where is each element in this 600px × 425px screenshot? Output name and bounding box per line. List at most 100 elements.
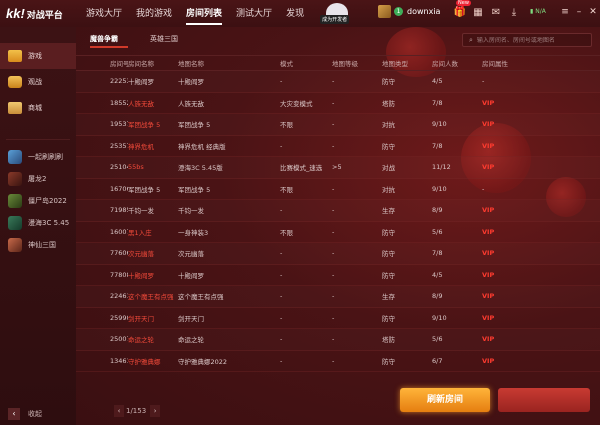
table-row[interactable]: 71985千钧一发千钧一发--生存8/9VIP	[76, 200, 600, 222]
col-map-type[interactable]: 地图类型	[382, 58, 432, 68]
sidebar-item-game[interactable]: 游戏	[0, 43, 76, 69]
close-icon[interactable]: ✕	[587, 6, 599, 18]
mail-icon[interactable]: ✉	[488, 6, 504, 20]
player-count-cell: 4/5	[432, 270, 443, 279]
map-name-cell: 澄海3C 5.45版	[178, 164, 223, 173]
room-attr-cell: VIP	[482, 227, 495, 236]
download-icon[interactable]: ⤓	[506, 6, 522, 20]
sidebar-item-label: 游戏	[28, 52, 42, 60]
developer-mascot[interactable]: 成为开发者	[320, 2, 354, 25]
create-room-button[interactable]	[498, 388, 590, 412]
mode-cell: -	[280, 356, 283, 365]
sidebar-game-item[interactable]: 屠龙2	[0, 168, 76, 190]
map-level-cell: -	[332, 184, 335, 193]
table-row[interactable]: 18552人族无敌人族无敌大灾变模式-塔防7/8VIP	[76, 93, 600, 114]
toolbar-icons: 🎁 ▦ ✉ ⤓	[452, 6, 524, 20]
logo-mark: kk!	[6, 6, 25, 21]
col-room-name[interactable]: 房间名称	[128, 58, 178, 68]
table-row[interactable]: 222534十殿阎罗十殿阎罗--防守4/5-	[76, 71, 600, 93]
col-map-level[interactable]: 地图等级	[332, 58, 382, 68]
collapse-label: 收起	[28, 410, 42, 418]
table-row[interactable]: 253571神界危机 神界危机 经典版 - - 防守 7/8 VIP	[76, 136, 600, 157]
sidebar-item-watch[interactable]: 观战	[0, 69, 76, 95]
nav-discover[interactable]: 发现	[286, 0, 304, 27]
nav-my-games[interactable]: 我的游戏	[136, 0, 172, 27]
mode-cell: -	[280, 141, 283, 150]
table-row[interactable]: 250079命运之轮命运之轮--塔防5/6VIP	[76, 329, 600, 351]
room-attr-cell: VIP	[482, 270, 495, 279]
room-name-cell: 神界危机	[128, 142, 154, 151]
sidebar-game-item[interactable]: 神仙三国	[0, 234, 76, 256]
nav-room-list[interactable]: 房间列表	[186, 0, 223, 27]
next-page-button[interactable]: ›	[150, 405, 161, 417]
window-controls: ≡ – ✕	[557, 6, 599, 18]
game-name: 僵尸岛2022	[28, 197, 67, 205]
refresh-rooms-button[interactable]: 刷新房间	[400, 388, 490, 412]
room-attr-cell: VIP	[482, 206, 495, 215]
room-attr-cell: VIP	[482, 313, 495, 322]
player-count-cell: 8/9	[432, 206, 443, 215]
map-type-cell: 对抗	[382, 185, 395, 194]
game-name: 屠龙2	[28, 175, 47, 183]
room-id-cell: 253571	[110, 141, 128, 150]
mascot-tag: 成为开发者	[320, 14, 350, 24]
table-row[interactable]: 134610守护雅典娜 守护雅典娜2022 - - 防守 6/7 VIP	[76, 351, 600, 372]
sidebar-game-item[interactable]: 僵尸岛2022	[0, 190, 76, 212]
nav-game-lobby[interactable]: 游戏大厅	[86, 0, 122, 27]
grid-icon[interactable]: ▦	[470, 6, 486, 20]
nav-test-lobby[interactable]: 测试大厅	[236, 0, 272, 27]
search-input[interactable]	[476, 36, 585, 44]
sidebar-game-item[interactable]: 漫海3C 5.45	[0, 212, 76, 234]
col-room-id[interactable]: 房间号	[76, 58, 128, 68]
prev-page-button[interactable]: ‹	[114, 405, 124, 417]
player-count-cell: 5/6	[432, 227, 443, 236]
table-row[interactable]: 224615这个魔王有点强这个魔王有点强--生存8/9VIP	[76, 286, 600, 308]
sidebar-main: 游戏 观战 商城	[0, 43, 76, 121]
map-type-cell: 生存	[382, 207, 395, 216]
room-attr-cell: VIP	[482, 356, 495, 365]
game-thumbnail	[8, 194, 22, 208]
table-row[interactable]: 77808十殿阎罗十殿阎罗--防守4/5VIP	[76, 265, 600, 286]
map-level-cell: -	[332, 292, 335, 301]
table-row[interactable]: 25104455bs 澄海3C 5.45版 比赛模式_速选 >5 对战 11/12 VIP	[76, 157, 600, 179]
room-search[interactable]: ⌕	[462, 33, 592, 47]
table-row[interactable]: 77606次元幽落次元幽落--防守7/8VIP	[76, 243, 600, 265]
game-name: 神仙三国	[28, 241, 56, 249]
tab-heroes-three-kingdoms[interactable]: 英雄三国	[150, 27, 196, 51]
avatar[interactable]	[378, 5, 391, 18]
col-player-count[interactable]: 房间人数	[432, 58, 482, 68]
room-name-cell: 军团战争 5	[128, 185, 161, 194]
map-name-cell: 人族无敌	[178, 99, 204, 108]
map-type-cell: 塔防	[382, 99, 395, 108]
table-row[interactable]: 195371军团战争 5军团战争 5不限-对抗9/10VIP	[76, 114, 600, 136]
sidebar-item-shop[interactable]: 商城	[0, 95, 76, 121]
mode-cell: -	[280, 292, 283, 301]
col-map-name[interactable]: 地图名称	[178, 58, 280, 68]
room-attr-cell: VIP	[482, 141, 495, 150]
page-indicator: 1/153	[126, 407, 147, 415]
table-row[interactable]: 167061军团战争 5军团战争 5不限-对抗9/10-	[76, 179, 600, 200]
game-thumbnail	[8, 172, 22, 186]
minimize-icon[interactable]: –	[573, 6, 585, 18]
gift-icon[interactable]: 🎁	[452, 6, 468, 20]
bottom-bar: ‹ 1/153 › 刷新房间	[76, 388, 600, 425]
table-row[interactable]: 160071黑1入庄 一身神装3 不限 - 防守 5/6 VIP	[76, 222, 600, 243]
room-id-cell: 222534	[110, 77, 128, 86]
map-type-cell: 生存	[382, 293, 395, 302]
username[interactable]: downxia	[407, 7, 440, 16]
tab-warcraft[interactable]: 魔兽争霸	[90, 27, 136, 51]
user-box[interactable]: 1 downxia	[378, 5, 440, 18]
table-row[interactable]: 259902剑开天门剑开天门--防守9/10VIP	[76, 308, 600, 329]
network-value: N/A	[535, 8, 546, 15]
menu-icon[interactable]: ≡	[559, 6, 571, 18]
col-room-attr[interactable]: 房间属性	[482, 58, 522, 68]
room-name-cell: 命运之轮	[128, 336, 154, 345]
player-count-cell: 7/8	[432, 141, 443, 150]
sidebar: 游戏 观战 商城 一起刷刷刷 屠龙2 僵尸岛2022 漫海3C 5.45 神仙三…	[0, 27, 76, 425]
room-name-cell: 军团战争 5	[128, 121, 161, 130]
room-attr-cell: VIP	[482, 98, 495, 107]
room-name-cell: 人族无敌	[128, 99, 154, 108]
col-mode[interactable]: 模式	[280, 58, 332, 68]
sidebar-game-item[interactable]: 一起刷刷刷	[0, 146, 76, 168]
collapse-sidebar-button[interactable]: ‹ 收起	[0, 403, 76, 425]
